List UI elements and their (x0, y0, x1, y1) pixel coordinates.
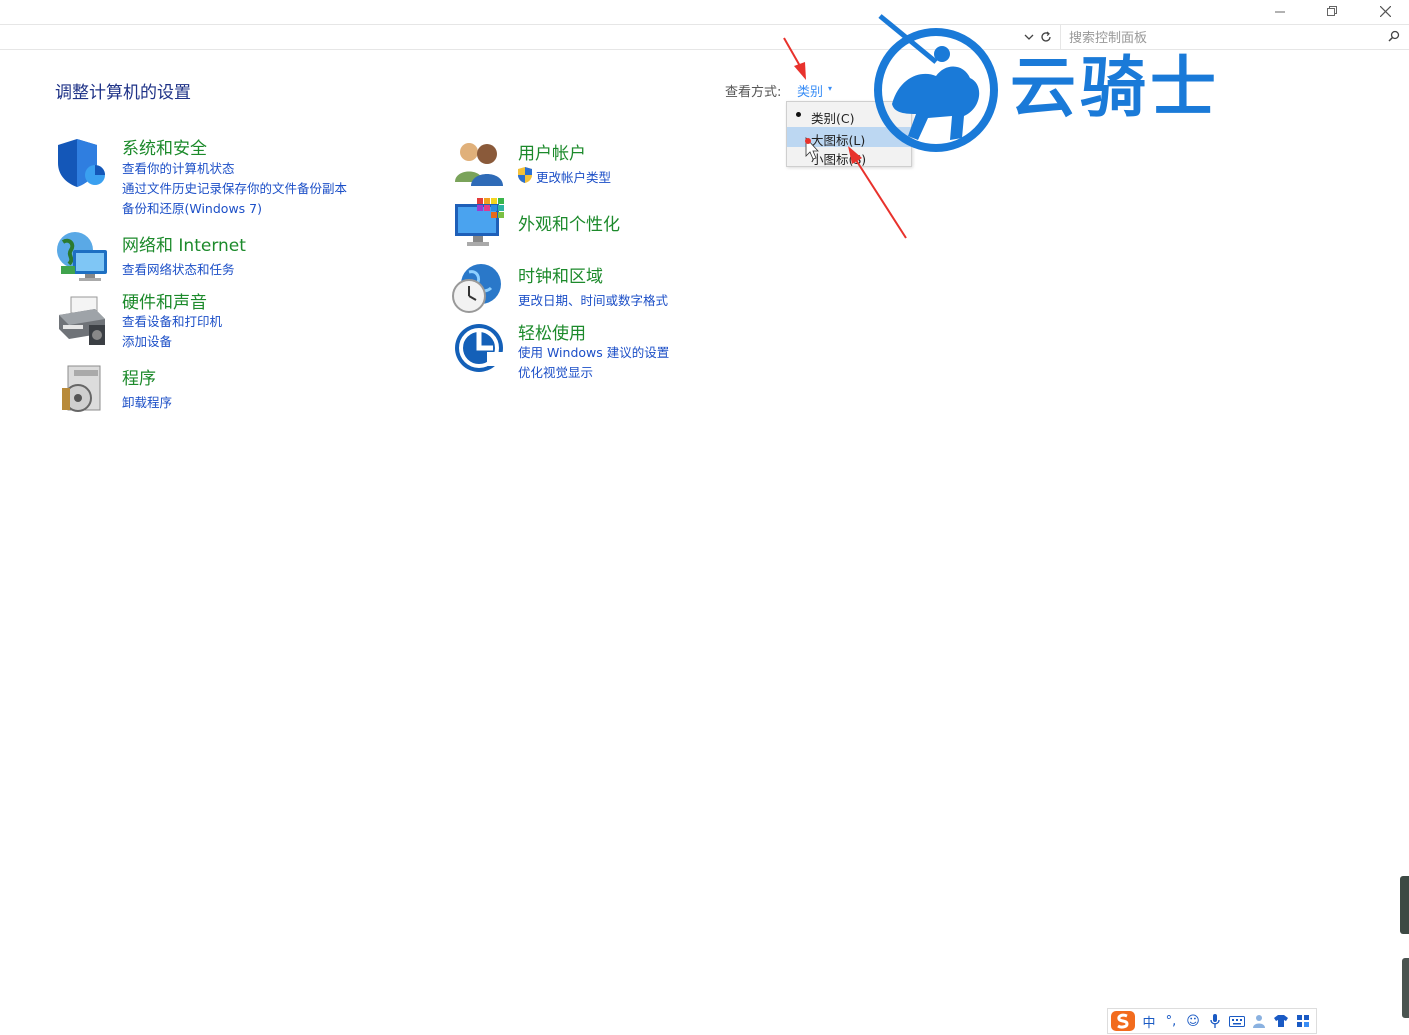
punctuation-icon[interactable]: °, (1160, 1010, 1182, 1032)
toolbox-grid-icon[interactable] (1292, 1010, 1314, 1032)
mouse-cursor-icon (805, 136, 819, 160)
red-arrow-icon (783, 37, 806, 80)
red-arrow-icon (848, 146, 907, 239)
edge-widget[interactable] (1402, 958, 1409, 1018)
ime-toolbar: 中 °, ☺ (1107, 1008, 1317, 1034)
skin-shirt-icon[interactable] (1270, 1010, 1292, 1032)
microphone-icon[interactable] (1204, 1010, 1226, 1032)
user-assist-icon[interactable] (1248, 1010, 1270, 1032)
sogou-logo-icon[interactable] (1108, 1010, 1138, 1032)
keyboard-icon[interactable] (1226, 1010, 1248, 1032)
emoji-icon[interactable]: ☺ (1182, 1010, 1204, 1032)
edge-widget[interactable] (1400, 876, 1409, 934)
ime-mode-toggle[interactable]: 中 (1138, 1010, 1160, 1032)
annotation-arrows (783, 37, 907, 239)
